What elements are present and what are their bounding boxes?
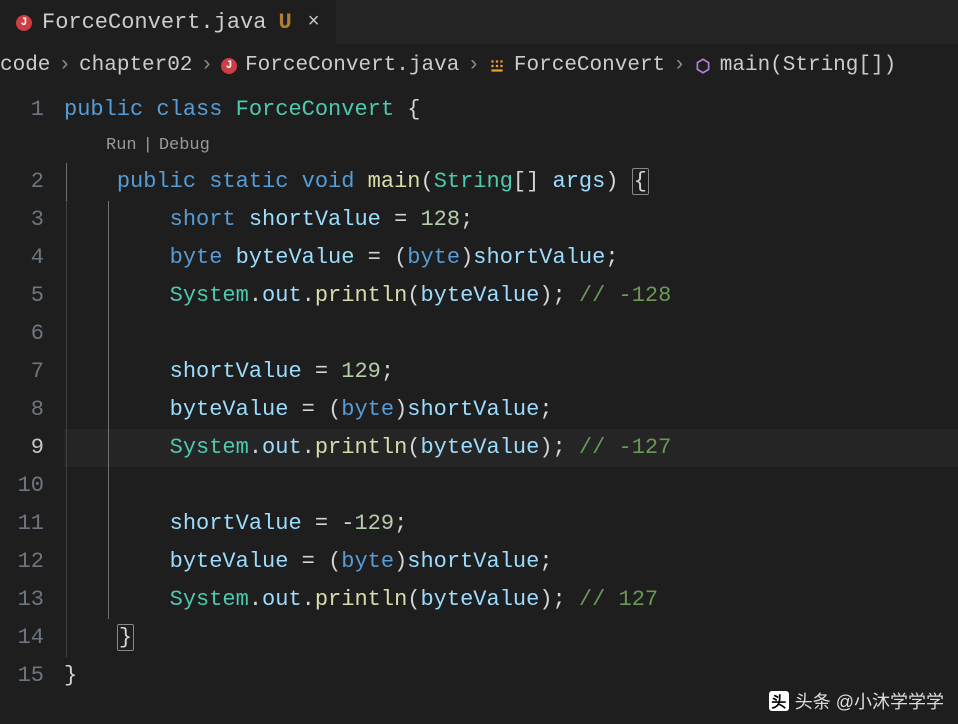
close-icon[interactable]: ×	[308, 11, 320, 34]
chevron-right-icon: ›	[673, 54, 686, 77]
breadcrumb-item[interactable]: ForceConvert	[514, 54, 665, 77]
breadcrumb: code › chapter02 › J ForceConvert.java ›…	[0, 44, 958, 91]
code-line[interactable]	[64, 467, 958, 505]
code-line[interactable]: byte byteValue = (byte)shortValue;	[64, 239, 958, 277]
chevron-right-icon: ›	[58, 54, 71, 77]
line-number-gutter: 1 2 3 4 5 6 7 8 9 10 11 12 13 14 15	[0, 91, 64, 695]
tab-bar: J ForceConvert.java U ×	[0, 0, 958, 44]
code-line[interactable]: System.out.println(byteValue); // -127	[64, 429, 958, 467]
code-editor[interactable]: 1 2 3 4 5 6 7 8 9 10 11 12 13 14 15 publ…	[0, 91, 958, 695]
line-number: 5	[0, 277, 44, 315]
code-line[interactable]: public static void main(String[] args) {	[64, 163, 958, 201]
breadcrumb-item[interactable]: chapter02	[79, 54, 192, 77]
code-line[interactable]: byteValue = (byte)shortValue;	[64, 543, 958, 581]
watermark: 头 头条 @小沐学学学	[769, 688, 944, 714]
line-number: 4	[0, 239, 44, 277]
code-line[interactable]: shortValue = 129;	[64, 353, 958, 391]
line-number: 9	[0, 429, 44, 467]
code-line[interactable]	[64, 315, 958, 353]
code-line[interactable]: System.out.println(byteValue); // 127	[64, 581, 958, 619]
line-number: 12	[0, 543, 44, 581]
bracket-match-icon: {	[632, 168, 649, 195]
java-file-icon: J	[221, 58, 237, 74]
watermark-logo-icon: 头	[769, 691, 789, 711]
code-line[interactable]: byteValue = (byte)shortValue;	[64, 391, 958, 429]
tab-filename: ForceConvert.java	[42, 10, 266, 35]
code-area[interactable]: public class ForceConvert { Run|Debug pu…	[64, 91, 958, 695]
codelens: Run|Debug	[64, 129, 958, 163]
watermark-text: 头条 @小沐学学学	[795, 688, 944, 714]
code-line[interactable]: }	[64, 619, 958, 657]
line-number: 8	[0, 391, 44, 429]
editor-tab[interactable]: J ForceConvert.java U ×	[0, 0, 336, 44]
breadcrumb-item[interactable]: ForceConvert.java	[245, 54, 459, 77]
breadcrumb-item[interactable]: main(String[])	[720, 54, 896, 77]
codelens-debug[interactable]: Debug	[159, 136, 210, 155]
line-number: 7	[0, 353, 44, 391]
code-line[interactable]: short shortValue = 128;	[64, 201, 958, 239]
line-number: 2	[0, 163, 44, 201]
line-number: 13	[0, 581, 44, 619]
class-icon	[488, 57, 506, 75]
codelens-run[interactable]: Run	[106, 136, 137, 155]
breadcrumb-item[interactable]: code	[0, 54, 50, 77]
line-number: 10	[0, 467, 44, 505]
line-number: 15	[0, 657, 44, 695]
line-number: 1	[0, 91, 44, 129]
code-line[interactable]: public class ForceConvert {	[64, 91, 958, 129]
method-icon	[694, 57, 712, 75]
line-number: 11	[0, 505, 44, 543]
bracket-match-icon: }	[117, 624, 134, 651]
line-number: 14	[0, 619, 44, 657]
java-file-icon: J	[16, 15, 32, 31]
chevron-right-icon: ›	[200, 54, 213, 77]
code-line[interactable]: shortValue = -129;	[64, 505, 958, 543]
code-line[interactable]: System.out.println(byteValue); // -128	[64, 277, 958, 315]
modified-indicator: U	[278, 10, 291, 35]
line-number: 3	[0, 201, 44, 239]
line-number: 6	[0, 315, 44, 353]
chevron-right-icon: ›	[467, 54, 480, 77]
